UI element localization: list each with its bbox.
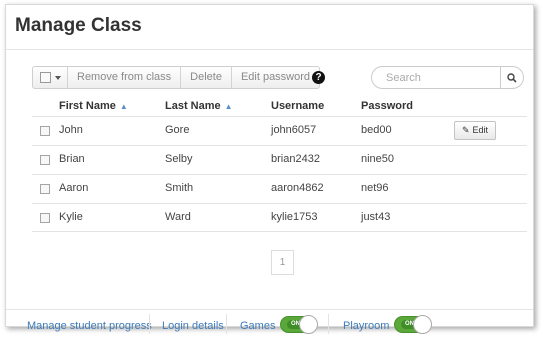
column-header-password: Password — [361, 100, 413, 112]
table-row: Kylie Ward kylie1753 just43 — [32, 203, 527, 232]
chevron-down-icon — [55, 75, 61, 80]
table-row: John Gore john6057 bed00 ✎ Edit — [32, 116, 527, 145]
first-name-cell: John — [59, 124, 83, 136]
manage-student-progress-link[interactable]: Manage student progress — [27, 320, 152, 332]
username-cell: aaron4862 — [271, 182, 324, 194]
password-cell: net96 — [361, 182, 389, 194]
first-name-cell: Brian — [59, 153, 85, 165]
password-cell: just43 — [361, 211, 391, 223]
search-box — [371, 66, 524, 89]
footer-separator — [328, 314, 329, 334]
edit-label: Edit — [472, 125, 489, 135]
last-name-cell: Ward — [165, 211, 191, 223]
manage-class-panel: Manage Class Remove from class Delete Ed… — [5, 4, 534, 334]
first-name-cell: Aaron — [59, 182, 89, 194]
pencil-icon: ✎ — [462, 125, 470, 135]
header-divider — [6, 49, 533, 50]
column-header-first-name[interactable]: First Name ▲ — [59, 100, 128, 112]
password-cell: nine50 — [361, 153, 395, 165]
search-button[interactable] — [500, 67, 523, 88]
sort-icon[interactable]: ▲ — [225, 102, 233, 111]
search-input[interactable] — [372, 67, 500, 88]
edit-password-button[interactable]: Edit password — [232, 67, 319, 88]
last-name-cell: Gore — [165, 124, 190, 136]
table-row: Brian Selby brian2432 nine50 — [32, 145, 527, 174]
username-cell: john6057 — [271, 124, 317, 136]
last-name-cell: Smith — [165, 182, 194, 194]
toggle-knob — [413, 315, 432, 334]
column-label: First Name — [59, 100, 116, 112]
page-title: Manage Class — [15, 15, 142, 36]
first-name-cell: Kylie — [59, 211, 83, 223]
sort-icon[interactable]: ▲ — [120, 102, 128, 111]
username-cell: kylie1753 — [271, 211, 318, 223]
games-label: Games — [240, 320, 276, 332]
playroom-toggle[interactable]: ON — [394, 315, 432, 334]
delete-button[interactable]: Delete — [181, 67, 232, 88]
footer-separator — [226, 314, 227, 334]
row-checkbox[interactable] — [40, 155, 50, 165]
password-cell: bed00 — [361, 124, 392, 136]
column-header-last-name[interactable]: Last Name ▲ — [165, 100, 233, 112]
toolbar: Remove from class Delete Edit password — [32, 66, 321, 89]
username-cell: brian2432 — [271, 153, 320, 165]
toggle-knob — [299, 315, 318, 334]
remove-from-class-button[interactable]: Remove from class — [68, 67, 182, 88]
help-icon[interactable]: ? — [312, 71, 325, 84]
last-name-cell: Selby — [165, 153, 193, 165]
row-checkbox[interactable] — [40, 126, 50, 136]
playroom-label: Playroom — [343, 320, 390, 332]
pagination-page-1[interactable]: 1 — [271, 250, 294, 275]
column-label: Last Name — [165, 100, 221, 112]
footer-separator — [149, 314, 150, 334]
login-details-link[interactable]: Login details — [162, 320, 224, 332]
row-checkbox[interactable] — [40, 184, 50, 194]
column-header-username: Username — [271, 100, 325, 112]
row-checkbox[interactable] — [40, 213, 50, 223]
select-all-dropdown[interactable] — [33, 67, 68, 88]
games-toggle[interactable]: ON — [280, 315, 318, 334]
select-all-checkbox-icon[interactable] — [40, 72, 51, 83]
search-icon — [507, 72, 517, 83]
edit-button[interactable]: ✎ Edit — [454, 121, 497, 140]
footer-bar: Manage student progress Login details Ga… — [6, 310, 533, 338]
table-row: Aaron Smith aaron4862 net96 — [32, 174, 527, 203]
